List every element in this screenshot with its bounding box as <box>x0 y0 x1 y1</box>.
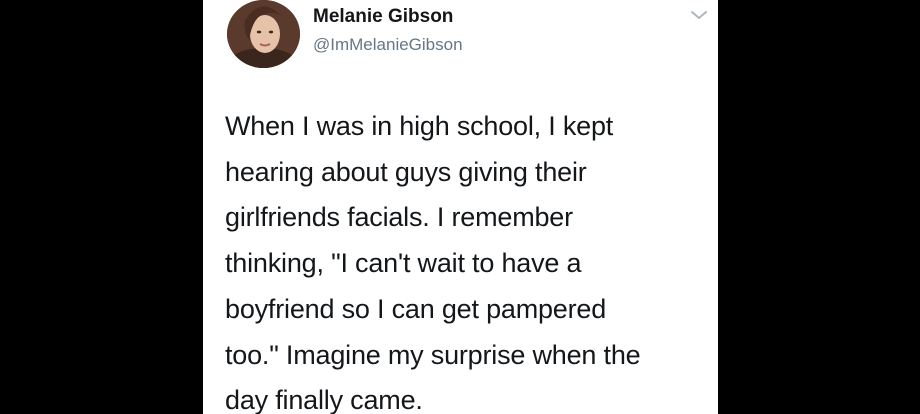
tweet-text-line: thinking, "I can't wait to have a <box>225 248 582 279</box>
tweet-text-line: too." Imagine my surprise when the <box>225 339 641 370</box>
chevron-down-icon[interactable] <box>690 8 708 22</box>
tweet-text-line: hearing about guys giving their <box>225 156 587 187</box>
tweet-text-line: day finally came. <box>225 385 423 414</box>
tweet-text: When I was in high school, I kept hearin… <box>225 104 705 414</box>
tweet-text-line: When I was in high school, I kept <box>225 111 614 141</box>
tweet-card: Melanie Gibson @ImMelanieGibson When I w… <box>203 0 718 414</box>
tweet-text-line: boyfriend so I can get pampered <box>225 293 607 324</box>
avatar[interactable] <box>227 0 300 68</box>
tweet-text-line: girlfriends facials. I remember <box>225 202 573 233</box>
author-handle[interactable]: @ImMelanieGibson <box>313 35 463 55</box>
author-name[interactable]: Melanie Gibson <box>313 6 453 28</box>
